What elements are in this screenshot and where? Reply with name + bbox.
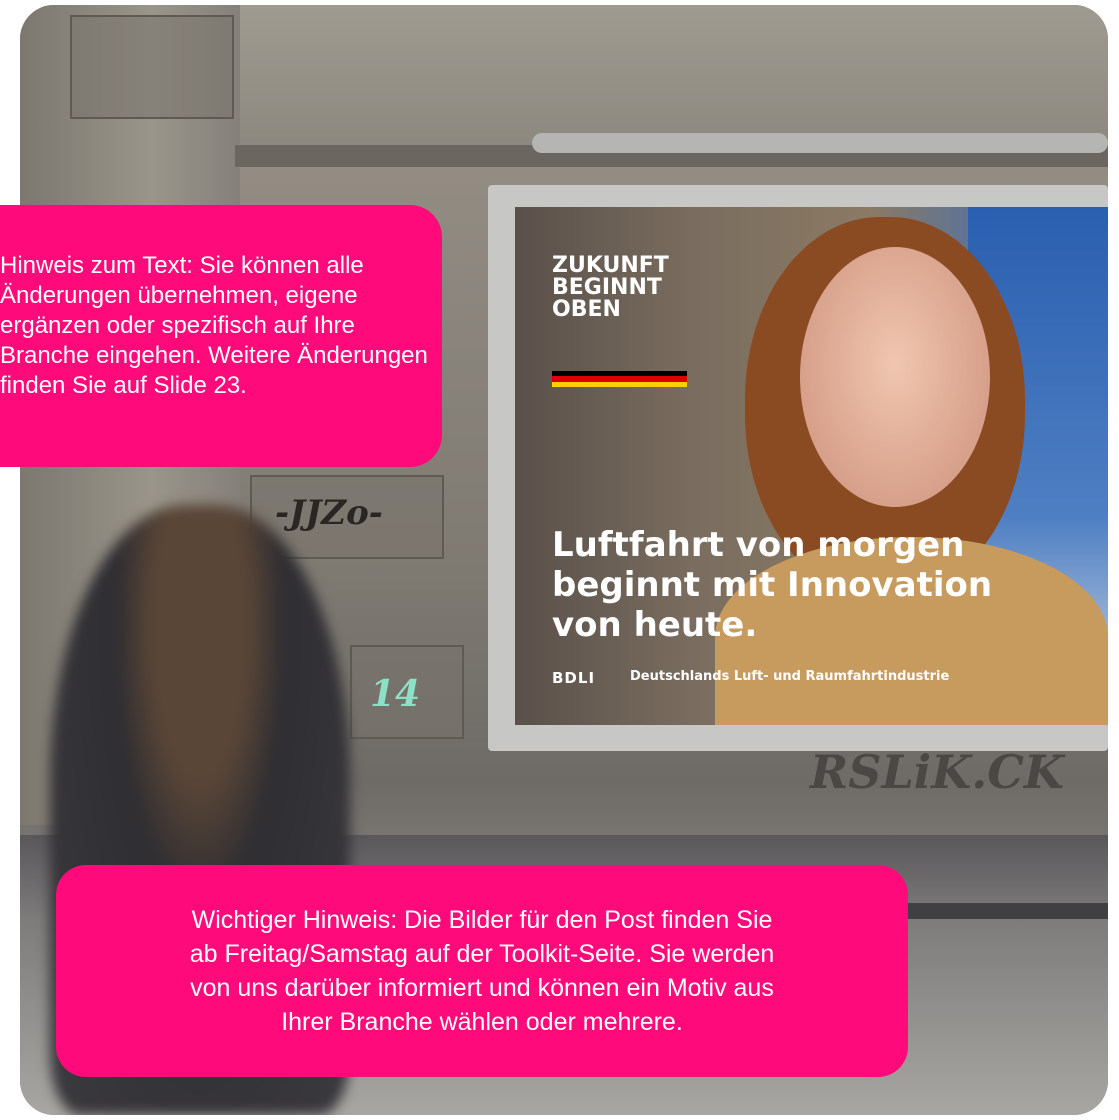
hint-callout-bottom: Wichtiger Hinweis: Die Bilder für den Po… [56,865,908,1077]
hint-label: Hinweis zum Text: [0,252,193,279]
german-flag-icon [552,371,687,387]
hint-callout-top: Hinweis zum Text: Sie können alle Änderu… [0,205,442,467]
billboard-poster: ZUKUNFT BEGINNT OBEN Luftfahrt von morge… [515,207,1108,725]
billboard-slogan: Luftfahrt von morgen beginnt mit Innovat… [552,525,993,645]
important-hint-text: Wichtiger Hinweis: Die Bilder für den Po… [189,906,775,1036]
graffiti-tag: -JJZo- [275,493,383,533]
graffiti-tag: RSLiK.CK [810,745,1064,799]
billboard-rail [532,133,1108,153]
billboard-headline: ZUKUNFT BEGINNT OBEN [552,253,669,322]
woman-face [800,247,990,507]
bdli-logo: BDLI [552,669,596,687]
stone-block [70,15,234,119]
billboard-tagline: Deutschlands Luft- und Raumfahrtindustri… [630,669,950,684]
hint-text: Hinweis zum Text: Sie können alle Änderu… [0,251,440,401]
graffiti-tag: 14 [370,673,421,715]
